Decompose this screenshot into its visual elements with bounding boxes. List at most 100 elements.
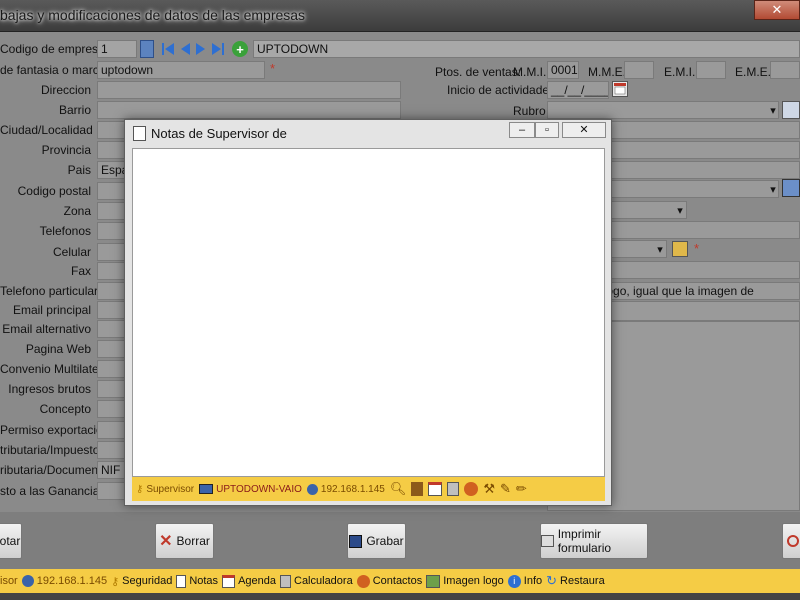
title-bar: bajas y modificaciones de datos de las e… <box>0 0 800 32</box>
label-ciudad: Ciudad/Localidad <box>0 123 93 137</box>
chevron-down-icon[interactable]: ▾ <box>768 101 778 119</box>
label-telefonos: Telefonos <box>39 224 91 238</box>
label-provincia: Provincia <box>41 143 91 157</box>
label-inicio: Inicio de actividades <box>447 83 556 97</box>
calculator-icon <box>280 574 291 588</box>
label-barrio: Barrio <box>58 103 91 117</box>
agotar-label: otar <box>0 534 21 548</box>
power-icon <box>787 535 799 547</box>
grabar-button[interactable]: Grabar <box>347 523 406 559</box>
list-icon[interactable] <box>782 101 800 119</box>
dialog-status-bar: ⚷ Supervisor UPTODOWN-VAIO 192.168.1.145… <box>132 477 605 501</box>
info-item[interactable]: i Info <box>507 574 542 588</box>
tools-icon[interactable]: ⚒ <box>483 481 495 497</box>
chevron-down-icon[interactable]: ▾ <box>655 240 665 258</box>
maximize-button[interactable]: ▫ <box>535 122 559 138</box>
calculadora-item[interactable]: Calculadora <box>280 574 353 588</box>
label-direccion: Direccion <box>40 83 91 97</box>
label-tributaria: tributaria/Impuesto <box>0 443 100 457</box>
label-mme: M.M.E. <box>588 65 626 79</box>
label-eme: E.M.E. <box>735 65 772 79</box>
rubro-select[interactable] <box>547 101 779 119</box>
fantasia-field[interactable]: uptodown <box>97 61 265 79</box>
supervisor-status: ⚷ Supervisor <box>136 484 194 495</box>
label-ingresos: Ingresos brutos <box>8 382 91 396</box>
status-bar: isor 192.168.1.145 ⚷ Seguridad Notas Age… <box>0 569 800 593</box>
emi-field[interactable] <box>696 61 726 79</box>
seguridad-item[interactable]: ⚷ Seguridad <box>111 575 172 588</box>
mme-field[interactable] <box>624 61 654 79</box>
seguridad-label: Seguridad <box>122 575 173 587</box>
prev-record-icon[interactable] <box>179 41 191 57</box>
borrar-label: Borrar <box>176 534 210 548</box>
exit-button[interactable] <box>782 523 800 559</box>
label-ptos: Ptos. de ventas: <box>435 65 522 79</box>
status-ip: 192.168.1.145 <box>320 483 385 495</box>
empresa-name-field[interactable]: UPTODOWN <box>253 40 800 58</box>
label-email-alt: Email alternativo <box>2 322 91 336</box>
codigo-field[interactable]: 1 <box>97 40 137 58</box>
label-cp: Codigo postal <box>17 184 91 198</box>
status-user: Supervisor <box>146 483 195 495</box>
contactos-item[interactable]: Contactos <box>356 574 422 588</box>
grabar-label: Grabar <box>366 534 404 548</box>
ip-status: 192.168.1.145 <box>306 483 385 495</box>
save-icon <box>349 534 363 548</box>
label-emi: E.M.I. <box>664 65 696 79</box>
dialog-close-button[interactable]: ✕ <box>562 122 606 138</box>
delete-icon: ✕ <box>159 533 173 550</box>
pc-status: UPTODOWN-VAIO <box>199 484 302 495</box>
status-ip: 192.168.1.145 <box>36 575 108 587</box>
key-icon: ⚷ <box>136 483 144 495</box>
imprimir-label: Imprimir formulario <box>557 527 612 555</box>
chevron-down-icon[interactable]: ▾ <box>768 180 778 198</box>
notas-label: Notas <box>189 575 219 587</box>
calendar-icon[interactable] <box>612 81 628 97</box>
lock-icon[interactable] <box>672 241 688 257</box>
close-button[interactable]: ✕ <box>754 0 800 20</box>
status-user-tail: isor <box>0 575 18 587</box>
search-icon[interactable]: 🔍︎ <box>390 481 407 497</box>
contacts-icon[interactable] <box>464 482 479 496</box>
info-icon: i <box>507 574 521 588</box>
label-fantasia: de fantasia o marca <box>0 63 106 77</box>
borrar-button[interactable]: ✕ Borrar <box>155 523 214 559</box>
contacts-icon <box>356 574 370 588</box>
imagen-label: Imagen logo <box>443 575 504 587</box>
add-icon[interactable]: + <box>232 41 248 57</box>
inicio-field[interactable]: __/__/____ <box>547 81 609 99</box>
last-record-icon[interactable] <box>211 41 225 57</box>
first-record-icon[interactable] <box>162 41 174 57</box>
barrio-field[interactable] <box>97 101 401 119</box>
map-icon[interactable] <box>782 179 800 197</box>
agotar-button[interactable]: otar <box>0 523 22 559</box>
pencil-icon[interactable]: ✏ <box>516 481 527 497</box>
calendar-icon <box>222 574 236 588</box>
imprimir-button[interactable]: Imprimir formulario <box>540 523 648 559</box>
chevron-down-icon[interactable]: ▾ <box>675 201 685 219</box>
dialog-title: Notas de Supervisor de <box>151 126 287 141</box>
bottom-strip <box>0 593 800 600</box>
mmi-field[interactable]: 0001 <box>547 61 579 79</box>
book-icon[interactable] <box>411 482 424 496</box>
required-mark: * <box>270 61 276 76</box>
calendar-icon[interactable] <box>428 482 443 496</box>
next-record-icon[interactable] <box>195 41 207 57</box>
eme-field[interactable] <box>770 61 800 79</box>
calculator-icon[interactable] <box>447 482 460 496</box>
restaura-item[interactable]: ↻ Restaura <box>546 573 605 589</box>
direccion-field[interactable] <box>97 81 401 99</box>
notes-textarea[interactable] <box>132 148 605 477</box>
grid-icon[interactable] <box>140 40 154 58</box>
image-icon <box>426 574 441 588</box>
agenda-item[interactable]: Agenda <box>222 574 276 588</box>
notas-item[interactable]: Notas <box>176 574 219 588</box>
notes-icon <box>176 574 187 588</box>
label-documento: ributaria/Documento <box>0 463 109 477</box>
wrench-icon[interactable]: ✎ <box>500 481 511 497</box>
label-mmi: M.M.I. <box>513 65 547 79</box>
minimize-button[interactable]: – <box>509 122 535 138</box>
imagen-item[interactable]: Imagen logo <box>426 574 504 588</box>
label-codigo: Codigo de empresa <box>0 42 105 56</box>
required-mark: * <box>694 241 700 256</box>
